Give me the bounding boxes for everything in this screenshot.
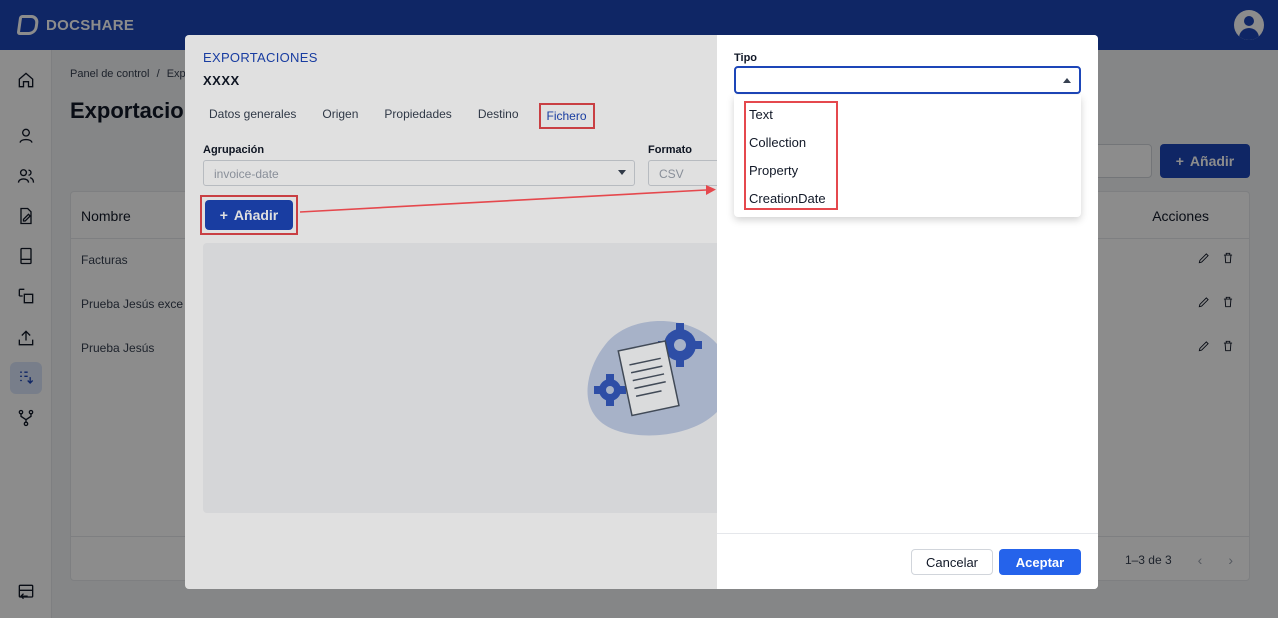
type-dropdown: Text Collection Property CreationDate <box>734 95 1081 217</box>
option-text[interactable]: Text <box>749 107 773 122</box>
option-creationdate[interactable]: CreationDate <box>749 191 826 206</box>
accept-button[interactable]: Aceptar <box>999 549 1081 575</box>
option-collection[interactable]: Collection <box>749 135 806 150</box>
options-highlight: Text Collection Property CreationDate <box>744 101 838 210</box>
type-drawer: Tipo Text Collection Property CreationDa… <box>717 35 1098 589</box>
option-property[interactable]: Property <box>749 163 798 178</box>
type-label: Tipo <box>734 52 758 64</box>
chevron-up-icon[interactable] <box>1063 78 1071 83</box>
cancel-button[interactable]: Cancelar <box>911 549 993 575</box>
type-select[interactable] <box>734 66 1081 94</box>
